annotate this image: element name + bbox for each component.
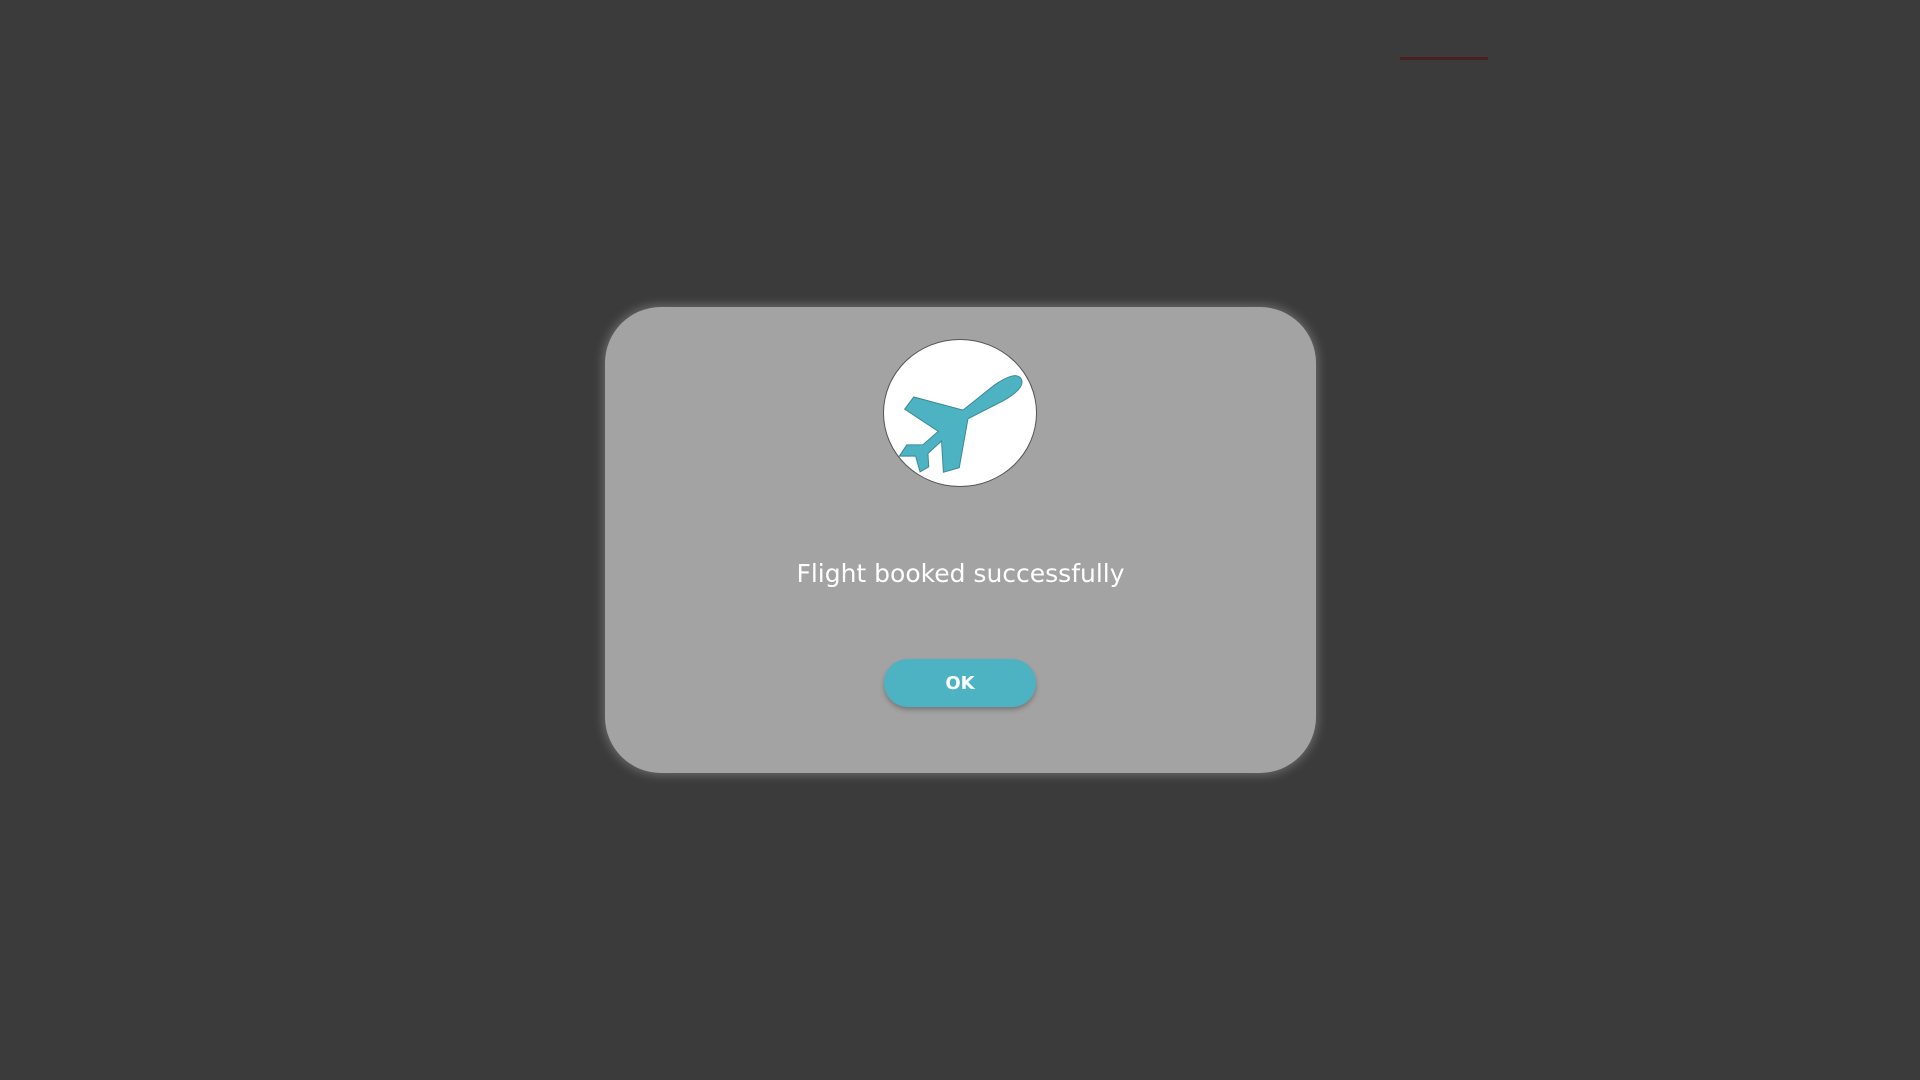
active-nav-underline xyxy=(1400,57,1488,60)
ok-button[interactable]: OK xyxy=(884,659,1036,707)
success-dialog: Flight booked successfully OK xyxy=(605,307,1316,773)
success-message: Flight booked successfully xyxy=(796,559,1125,588)
airplane-icon xyxy=(883,339,1037,487)
